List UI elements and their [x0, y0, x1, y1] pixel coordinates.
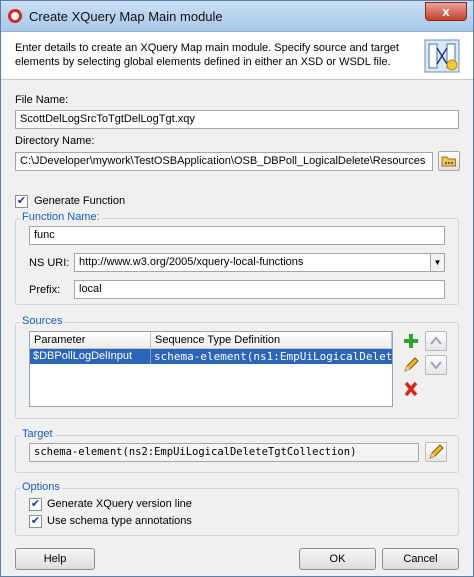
ns-uri-dropdown[interactable]: http://www.w3.org/2005/xquery-local-func… [74, 253, 445, 272]
folder-browse-icon [441, 156, 456, 167]
options-group [15, 488, 459, 536]
options-title: Options [20, 481, 62, 493]
file-name-label: File Name: [15, 94, 69, 106]
directory-browse-button[interactable] [438, 151, 460, 171]
schema-annotations-label: Use schema type annotations [47, 515, 192, 527]
header-description: Enter details to create an XQuery Map ma… [15, 42, 399, 68]
directory-name-field[interactable]: C:\JDeveloper\mywork\TestOSBApplication\… [15, 152, 433, 171]
xquery-map-wizard-icon [424, 39, 460, 73]
directory-name-label: Directory Name: [15, 135, 95, 147]
generate-function-label: Generate Function [34, 195, 126, 207]
cancel-button[interactable]: Cancel [382, 548, 459, 570]
table-row[interactable]: $DBPollLogDelInput schema-element(ns1:Em… [30, 349, 392, 364]
edit-target-button[interactable] [425, 442, 447, 462]
close-button[interactable]: x [425, 2, 467, 21]
dialog-window: Create XQuery Map Main module x Enter de… [0, 0, 474, 577]
file-name-field[interactable]: ScottDelLogSrcToTgtDelLogTgt.xqy [15, 110, 459, 129]
generate-version-checkbox[interactable]: ✔ [29, 498, 42, 511]
column-header-sequence-type[interactable]: Sequence Type Definition [151, 332, 392, 349]
red-x-icon [404, 381, 418, 397]
move-down-button[interactable] [425, 355, 447, 375]
oracle-app-icon [8, 9, 22, 23]
prefix-label: Prefix: [29, 284, 61, 296]
title-bar: Create XQuery Map Main module x [1, 1, 473, 32]
edit-source-button[interactable] [400, 355, 422, 375]
row-sequence-type: schema-element(ns1:EmpUiLogicalDeleteSrc… [154, 350, 392, 363]
chevron-down-icon [430, 361, 442, 370]
target-title: Target [20, 428, 55, 440]
prefix-field[interactable]: local [74, 280, 445, 299]
column-header-parameter[interactable]: Parameter [30, 332, 151, 349]
move-up-button[interactable] [425, 331, 447, 351]
add-source-button[interactable] [400, 331, 422, 351]
generate-version-label: Generate XQuery version line [47, 498, 192, 510]
schema-annotations-checkbox[interactable]: ✔ [29, 515, 42, 528]
chevron-up-icon [430, 336, 442, 345]
function-name-field[interactable]: func [29, 226, 445, 245]
header-panel: Enter details to create an XQuery Map ma… [1, 32, 473, 80]
function-name-title: Function Name: [20, 211, 102, 223]
pencil-icon [404, 357, 419, 372]
pencil-icon [429, 444, 444, 459]
ns-uri-value: http://www.w3.org/2005/xquery-local-func… [79, 256, 304, 268]
generate-function-checkbox[interactable]: ✔ [15, 195, 28, 208]
ok-button[interactable]: OK [299, 548, 376, 570]
delete-source-button[interactable] [400, 379, 422, 399]
window-title: Create XQuery Map Main module [29, 9, 223, 24]
help-button[interactable]: Help [15, 548, 95, 570]
chevron-down-icon[interactable]: ▼ [430, 254, 444, 271]
sources-table: Parameter Sequence Type Definition $DBPo… [29, 331, 393, 407]
target-field[interactable]: schema-element(ns2:EmpUiLogicalDeleteTgt… [29, 443, 419, 462]
ns-uri-label: NS URI: [29, 257, 70, 269]
plus-icon [404, 334, 418, 348]
sources-title: Sources [20, 315, 65, 327]
row-parameter: $DBPollLogDelInput [30, 349, 151, 364]
